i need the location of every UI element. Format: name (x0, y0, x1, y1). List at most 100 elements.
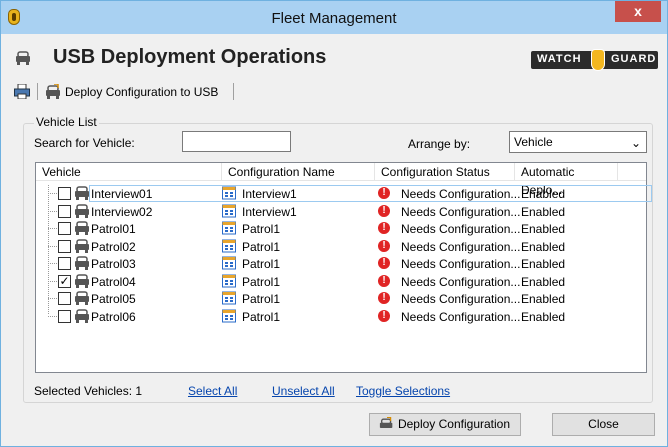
automatic-deploy: Enabled (521, 257, 566, 271)
tree-line (48, 193, 57, 194)
vehicle-icon (74, 273, 90, 291)
vehicle-checkbox[interactable] (58, 187, 71, 200)
error-icon: ! (378, 309, 390, 322)
tree-line (48, 210, 57, 212)
logo-shield-icon (591, 49, 605, 71)
tree-line (48, 263, 57, 264)
automatic-deploy: Enabled (521, 204, 566, 219)
table-row[interactable]: Patrol01 Patrol1! Needs Configuration... En… (36, 220, 646, 237)
deploy-configuration-label: Deploy Configuration (397, 417, 511, 431)
error-icon: ! (378, 204, 390, 217)
select-all-link[interactable]: Select All (188, 384, 237, 398)
vehicle-name: Patrol01 (91, 222, 136, 236)
vehicle-checkbox[interactable]: ✓ (58, 274, 71, 288)
table-row[interactable]: Interview01 Interview1! Needs Configuratio… (36, 185, 652, 203)
chevron-down-icon: ⌄ (630, 136, 641, 150)
vehicle-checkbox[interactable] (58, 239, 71, 253)
table-row[interactable]: ✓ Patrol04 Patrol1! Needs Configuration... E… (36, 273, 646, 290)
table-row[interactable]: Patrol06 Patrol1! Needs Configuration... En… (36, 308, 646, 325)
vehicle-icon (74, 186, 90, 203)
configuration-name: Patrol1 (242, 222, 281, 236)
vehicle-icon (74, 221, 90, 238)
vehicle-icon (74, 291, 90, 308)
automatic-deploy: Enabled (521, 274, 566, 289)
column-header-automatic-deploy[interactable]: Automatic Deplo... (515, 163, 618, 197)
unselect-all-link[interactable]: Unselect All (272, 384, 335, 398)
configuration-status: Needs Configuration... (401, 239, 521, 254)
arrange-by-select[interactable]: Vehicle ⌄ (509, 131, 647, 153)
title-bar[interactable]: Fleet Management x (1, 1, 667, 34)
vehicle-name: Interview02 (91, 204, 153, 219)
vehicle-name: Patrol04 (91, 274, 136, 289)
error-icon: ! (378, 239, 390, 252)
configuration-icon (222, 274, 236, 291)
configuration-status: Needs Configuration... (401, 257, 521, 271)
column-header-vehicle[interactable]: Vehicle (36, 163, 222, 181)
vehicle-name: Patrol03 (91, 257, 136, 271)
vehicle-checkbox[interactable] (58, 309, 71, 323)
vehicle-grid[interactable]: Vehicle Configuration Name Configuration… (35, 162, 652, 373)
vehicle-name: Patrol02 (91, 239, 136, 254)
tree-line (48, 228, 57, 229)
automatic-deploy: Enabled (521, 309, 566, 324)
configuration-status: Needs Configuration... (401, 222, 521, 236)
vehicle-icon (74, 203, 90, 221)
usb-deploy-icon (379, 417, 393, 429)
grid-header: Vehicle Configuration Name Configuration… (36, 163, 646, 197)
configuration-name: Patrol1 (242, 257, 281, 271)
configuration-icon (222, 309, 236, 326)
row-focus-rect (89, 185, 652, 202)
deploy-to-usb-label: Deploy Configuration to USB (65, 85, 219, 99)
configuration-name: Interview1 (242, 204, 297, 219)
vehicle-icon (74, 308, 90, 326)
table-row[interactable]: Patrol02 Patrol1! Needs Configuration... En… (36, 238, 646, 255)
page-title: USB Deployment Operations (53, 46, 327, 68)
vehicle-name: Patrol06 (91, 309, 136, 324)
selected-vehicles-count: Selected Vehicles: 1 (34, 384, 143, 398)
vehicle-name: Patrol05 (91, 292, 136, 306)
tree-line (48, 245, 57, 247)
usb-deploy-icon (46, 84, 60, 99)
configuration-status: Needs Configuration... (401, 274, 521, 289)
error-icon: ! (378, 274, 390, 287)
window-title: Fleet Management (271, 10, 397, 27)
table-row[interactable]: Interview02 Interview1! Needs Configuratio… (36, 203, 646, 220)
vehicle-checkbox[interactable] (58, 257, 71, 270)
vehicle-checkbox[interactable] (58, 292, 71, 305)
search-label: Search for Vehicle: (34, 136, 135, 150)
printer-icon[interactable] (14, 84, 30, 99)
toolbar: Deploy Configuration to USB (11, 81, 651, 103)
vehicle-icon (74, 256, 90, 273)
vehicle-list-title: Vehicle List (34, 115, 99, 129)
configuration-icon (222, 204, 236, 221)
vehicle-checkbox[interactable] (58, 222, 71, 235)
deploy-configuration-button[interactable]: Deploy Configuration (369, 413, 521, 436)
table-row[interactable]: Patrol03 Patrol1! Needs Configuration... En… (36, 255, 646, 272)
error-icon: ! (378, 257, 390, 269)
column-header-configuration-name[interactable]: Configuration Name (222, 163, 375, 181)
automatic-deploy: Enabled (521, 222, 566, 236)
toolbar-separator (233, 83, 234, 100)
configuration-status: Needs Configuration... (401, 292, 521, 306)
tree-line (48, 280, 57, 282)
configuration-name: Patrol1 (242, 309, 281, 324)
configuration-icon (222, 291, 236, 308)
table-row[interactable]: Patrol05 Patrol1! Needs Configuration... En… (36, 290, 646, 307)
vehicle-icon (16, 51, 30, 65)
configuration-name: Patrol1 (242, 292, 281, 306)
watchguard-logo: WATCH GUARD (531, 49, 658, 71)
configuration-icon (222, 221, 236, 238)
search-input[interactable] (182, 131, 291, 152)
fleet-management-window: Fleet Management x USB Deployment Operat… (0, 0, 668, 447)
vehicle-checkbox[interactable] (58, 204, 71, 218)
automatic-deploy: Enabled (521, 239, 566, 254)
window-close-button[interactable]: x (615, 1, 661, 22)
tree-line (48, 315, 57, 317)
deploy-to-usb-button[interactable]: Deploy Configuration to USB (43, 81, 218, 103)
toggle-selections-link[interactable]: Toggle Selections (356, 384, 450, 398)
close-button[interactable]: Close (552, 413, 655, 436)
tree-line (48, 298, 57, 299)
configuration-status: Needs Configuration... (401, 204, 521, 219)
column-header-configuration-status[interactable]: Configuration Status (375, 163, 515, 181)
arrange-by-label: Arrange by: (408, 137, 471, 151)
